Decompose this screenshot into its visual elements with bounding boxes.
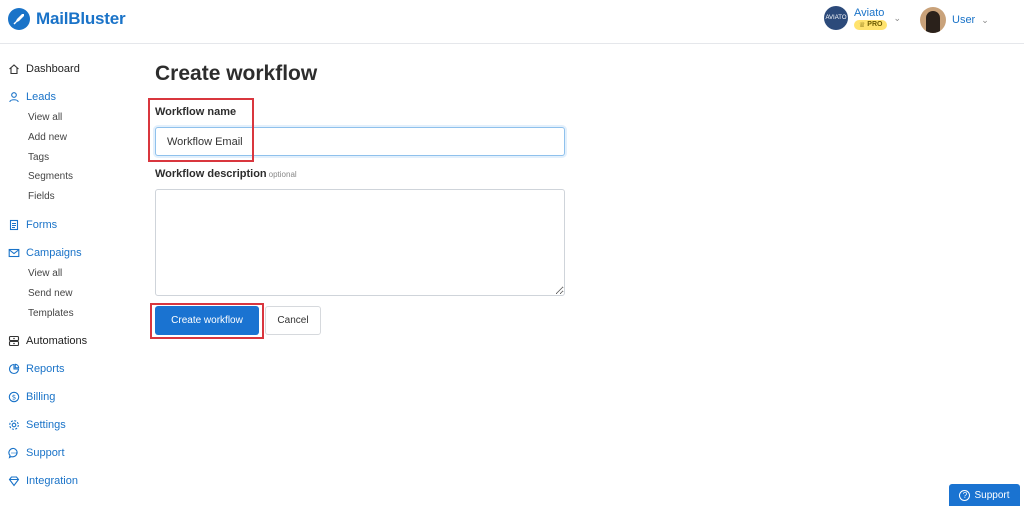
support-button-label: Support [974, 489, 1010, 501]
sidebar-item-dashboard[interactable]: Dashboard [8, 63, 80, 75]
chevron-down-icon: ⌄ [981, 14, 989, 25]
sidebar-item-leads[interactable]: Leads [8, 91, 56, 103]
sidebar-item-forms[interactable]: Forms [8, 219, 57, 231]
pro-badge: ♕ PRO [854, 19, 888, 30]
svg-text:$: $ [12, 393, 16, 401]
sidebar-subitem-leads-tags[interactable]: Tags [28, 152, 49, 163]
sidebar-item-label: Integration [26, 475, 78, 487]
sidebar-item-label: Campaigns [26, 247, 82, 259]
sidebar-subitem-leads-fields[interactable]: Fields [28, 191, 55, 202]
account-info: Aviato ♕ PRO [854, 6, 888, 30]
user-menu[interactable]: User ⌄ [920, 7, 989, 33]
chevron-down-icon: ⌄ [893, 12, 901, 23]
optional-hint: optional [268, 170, 297, 179]
workflow-name-input[interactable] [155, 127, 565, 156]
support-button[interactable]: ? Support [949, 484, 1020, 506]
form-icon [8, 219, 20, 231]
dollar-icon: $ [8, 391, 20, 403]
automation-icon [8, 335, 20, 347]
brand-name: MailBluster [36, 9, 126, 28]
top-bar: MailBluster AVIATO Aviato ♕ PRO ⌄ User ⌄ [0, 0, 1024, 44]
pro-badge-label: PRO [867, 21, 883, 28]
sidebar-item-label: Leads [26, 91, 56, 103]
sidebar-item-support[interactable]: Support [8, 447, 65, 459]
sidebar-item-label: Forms [26, 219, 58, 231]
create-workflow-button[interactable]: Create workflow [155, 306, 259, 335]
chat-icon [8, 447, 20, 459]
sidebar-item-label: Support [26, 447, 65, 459]
workflow-description-label-text: Workflow description [155, 168, 267, 180]
rocket-icon [8, 8, 30, 30]
sidebar-item-label: Settings [26, 419, 66, 431]
sidebar-subitem-campaigns-templates[interactable]: Templates [28, 308, 74, 319]
page-title: Create workflow [155, 62, 318, 85]
sidebar-subitem-leads-segments[interactable]: Segments [28, 171, 73, 182]
user-name: User [952, 14, 976, 26]
chart-icon [8, 363, 20, 375]
sidebar-subitem-leads-view-all[interactable]: View all [28, 112, 62, 123]
sidebar-item-integration[interactable]: Integration [8, 475, 78, 487]
cancel-button[interactable]: Cancel [265, 306, 321, 335]
sidebar-item-billing[interactable]: $ Billing [8, 391, 55, 403]
mail-icon [8, 247, 20, 259]
sidebar-item-settings[interactable]: Settings [8, 419, 66, 431]
sidebar-item-automations[interactable]: Automations [8, 335, 87, 347]
help-circle-icon: ? [959, 489, 971, 501]
sidebar-item-campaigns[interactable]: Campaigns [8, 247, 82, 259]
sidebar-subitem-campaigns-send-new[interactable]: Send new [28, 288, 72, 299]
sidebar-item-label: Automations [26, 335, 88, 347]
sidebar-item-reports[interactable]: Reports [8, 363, 65, 375]
avatar [920, 7, 946, 33]
sidebar-item-label: Billing [26, 391, 56, 403]
sidebar: Dashboard Leads View all Add new Tags Se… [0, 44, 140, 506]
account-name: Aviato [854, 6, 885, 19]
crown-icon: ♕ [859, 21, 866, 29]
workflow-description-input[interactable] [155, 189, 565, 296]
sidebar-subitem-leads-add-new[interactable]: Add new [28, 132, 67, 143]
sidebar-item-label: Reports [26, 363, 65, 375]
home-icon [8, 63, 20, 75]
sidebar-item-label: Dashboard [26, 63, 80, 75]
workflow-name-label: Workflow name [155, 106, 237, 118]
account-avatar: AVIATO [824, 6, 848, 30]
account-switcher[interactable]: AVIATO Aviato ♕ PRO ⌄ [824, 6, 901, 30]
brand-logo[interactable]: MailBluster [8, 8, 126, 30]
user-icon [8, 91, 20, 103]
sidebar-subitem-campaigns-view-all[interactable]: View all [28, 268, 62, 279]
workflow-description-label: Workflow description optional [155, 168, 297, 180]
gear-icon [8, 419, 20, 431]
diamond-icon [8, 475, 20, 487]
